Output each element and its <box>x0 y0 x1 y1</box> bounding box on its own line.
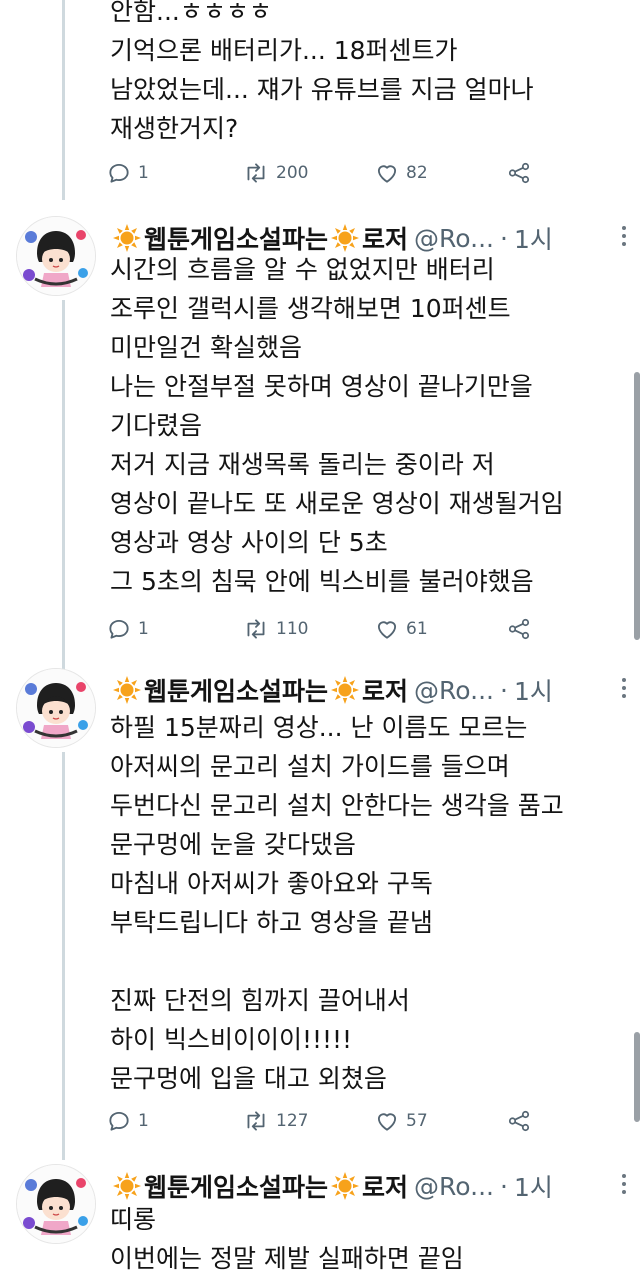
sun-emoji-icon <box>331 676 360 704</box>
tweet[interactable]: 웹툰게임소설파는 로저 @Ro... · 1시 하필 15분짜리 영상... 난… <box>0 664 640 1154</box>
tweet-line: 진짜 단전의 힘까지 끌어내서 <box>110 986 410 1015</box>
share-button[interactable] <box>506 156 532 190</box>
reply-button[interactable]: 1 <box>106 612 149 646</box>
more-options-icon[interactable] <box>620 222 628 250</box>
user-handle[interactable]: @Ro... <box>414 1172 494 1201</box>
reply-button[interactable]: 1 <box>106 156 149 190</box>
tweet[interactable]: 웹툰게임소설파는 로저 @Ro... · 1시 시간의 흐름을 알 수 없었지만… <box>0 212 640 662</box>
user-handle[interactable]: @Ro... <box>414 676 494 705</box>
tweet-line: 띠롱 <box>110 1205 157 1234</box>
tweet-line: 영상과 영상 사이의 단 5초 <box>110 528 388 557</box>
like-button[interactable]: 82 <box>374 156 428 190</box>
tweet-line: 하이 빅스비이이이!!!!! <box>110 1025 353 1054</box>
like-count: 61 <box>406 619 428 639</box>
sun-emoji-icon <box>113 224 141 252</box>
avatar[interactable] <box>16 216 96 296</box>
like-button[interactable]: 57 <box>374 1104 428 1138</box>
sun-emoji-icon <box>331 224 360 252</box>
reply-button[interactable]: 1 <box>106 1104 149 1138</box>
like-button[interactable]: 61 <box>374 612 428 646</box>
separator-dot: · <box>499 223 508 253</box>
tweet-text: 시간의 흐름을 알 수 없었지만 배터리 조루인 갤럭시를 생각해보면 10퍼센… <box>110 250 630 601</box>
tweet-text: 안함...ㅎㅎㅎㅎ 기억으론 배터리가... 18퍼센트가 남았었는데... 쟤… <box>110 0 630 148</box>
tweet-text: 띠롱 이번에는 정말 제발 실패하면 끝임 <box>110 1200 630 1278</box>
heart-icon <box>377 621 397 639</box>
tweet-line: 영상이 끝나도 또 새로운 영상이 재생될거임 <box>110 489 564 518</box>
sun-emoji-icon <box>331 1172 360 1200</box>
tweet-line: 아저씨의 문고리 설치 가이드를 들으며 <box>110 752 510 781</box>
separator-dot: · <box>499 675 508 705</box>
tweet-line: 문구멍에 입을 대고 외쳤음 <box>110 1064 387 1093</box>
tweet-header: 웹툰게임소설파는 로저 @Ro... · 1시 <box>110 670 630 710</box>
tweet-line: 안함...ㅎㅎㅎㅎ <box>110 0 272 26</box>
heart-icon <box>377 1113 397 1131</box>
reply-icon <box>109 619 129 639</box>
share-button[interactable] <box>506 612 532 646</box>
tweet-text: 하필 15분짜리 영상... 난 이름도 모르는 아저씨의 문고리 설치 가이드… <box>110 708 630 1098</box>
retweet-button[interactable]: 110 <box>242 612 308 646</box>
user-handle[interactable]: @Ro... <box>414 224 494 253</box>
tweet-line: 하필 15분짜리 영상... 난 이름도 모르는 <box>110 713 528 742</box>
retweet-count: 110 <box>276 619 309 639</box>
reply-count: 1 <box>138 163 149 183</box>
scrollbar[interactable] <box>634 372 640 640</box>
retweet-button[interactable]: 200 <box>242 156 308 190</box>
retweet-button[interactable]: 127 <box>242 1104 308 1138</box>
avatar[interactable] <box>16 668 96 748</box>
tweet-line: 두번다신 문고리 설치 안한다는 생각을 품고 <box>110 791 564 820</box>
share-icon <box>508 1110 530 1132</box>
retweet-count: 200 <box>276 163 309 183</box>
display-name-suffix[interactable]: 로저 <box>362 1168 408 1204</box>
tweet[interactable]: 웹툰게임소설파는 로저 @Ro... · 1시 띠롱 이번에는 정말 제발 실패… <box>0 1146 640 1280</box>
reply-count: 1 <box>138 619 149 639</box>
tweet-line: 나는 안절부절 못하며 영상이 끝나기만을 <box>110 372 533 401</box>
like-count: 57 <box>406 1111 428 1131</box>
more-options-icon[interactable] <box>620 674 628 702</box>
reply-icon <box>109 163 129 183</box>
sun-emoji-icon <box>113 676 141 704</box>
reply-icon <box>109 1111 129 1131</box>
tweet-line: 미만일건 확실했음 <box>110 333 302 362</box>
share-icon <box>508 618 530 640</box>
timestamp[interactable]: 1시 <box>514 1168 553 1204</box>
avatar-illustration <box>17 669 95 747</box>
retweet-icon <box>247 163 265 183</box>
tweet-line: 저거 지금 재생목록 돌리는 중이라 저 <box>110 450 495 479</box>
separator-dot: · <box>499 1171 508 1201</box>
display-name-suffix[interactable]: 로저 <box>362 672 408 708</box>
heart-icon <box>377 165 397 183</box>
tweet-line: 조루인 갤럭시를 생각해보면 10퍼센트 <box>110 294 511 323</box>
tweet-actions: 1 127 57 <box>106 1104 536 1138</box>
tweet-line: 이번에는 정말 제발 실패하면 끝임 <box>110 1244 464 1273</box>
more-options-icon[interactable] <box>620 1170 628 1198</box>
tweet-line: 시간의 흐름을 알 수 없었지만 배터리 <box>110 255 495 284</box>
display-name[interactable]: 웹툰게임소설파는 <box>144 1168 328 1204</box>
tweet-line: 기억으론 배터리가... 18퍼센트가 <box>110 36 458 65</box>
avatar[interactable] <box>16 1164 96 1244</box>
display-name[interactable]: 웹툰게임소설파는 <box>144 672 328 708</box>
tweet-line: 부탁드립니다 하고 영상을 끝냄 <box>110 908 433 937</box>
tweet-actions: 1 110 61 <box>106 612 536 646</box>
tweet-line: 마침내 아저씨가 좋아요와 구독 <box>110 869 433 898</box>
scrollbar-thumb[interactable] <box>634 1032 640 1122</box>
retweet-count: 127 <box>276 1111 309 1131</box>
tweet-line: 그 5초의 침묵 안에 빅스비를 불러야했음 <box>110 567 534 596</box>
retweet-icon <box>247 1111 265 1131</box>
reply-count: 1 <box>138 1111 149 1131</box>
tweet-line: 기다렸음 <box>110 411 203 440</box>
tweet-line: 남았었는데... 쟤가 유튜브를 지금 얼마나 <box>110 75 534 104</box>
tweet[interactable]: 안함...ㅎㅎㅎㅎ 기억으론 배터리가... 18퍼센트가 남았었는데... 쟤… <box>0 0 640 200</box>
avatar-illustration <box>17 217 95 295</box>
tweet-line: 재생한거지? <box>110 114 239 143</box>
share-button[interactable] <box>506 1104 532 1138</box>
sun-emoji-icon <box>113 1172 141 1200</box>
tweet-line: 문구멍에 눈을 갖다댔음 <box>110 830 356 859</box>
share-icon <box>508 162 530 184</box>
retweet-icon <box>247 619 265 639</box>
like-count: 82 <box>406 163 428 183</box>
timestamp[interactable]: 1시 <box>514 672 553 708</box>
tweet-actions: 1 200 82 <box>106 156 536 190</box>
avatar-illustration <box>17 1165 95 1243</box>
